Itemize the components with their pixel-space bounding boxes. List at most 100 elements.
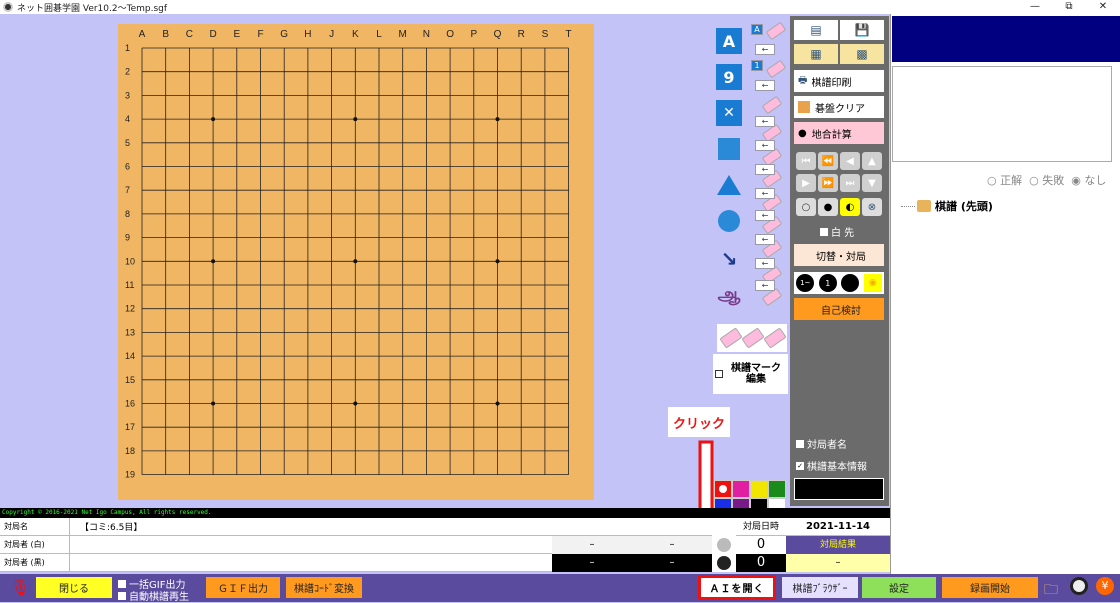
color-swatch-yellow[interactable] <box>750 480 768 498</box>
x-mark-tool[interactable]: ✕ <box>716 100 742 126</box>
mark-edit-checkbox[interactable] <box>715 370 723 378</box>
black-time: – <box>552 554 632 572</box>
microphone-icon[interactable]: 🎙 <box>10 578 30 597</box>
radio-fail[interactable]: ○ 失敗 <box>1029 174 1064 187</box>
undo-arrow-button[interactable]: ← <box>755 258 775 269</box>
plain-stone-icon[interactable] <box>841 274 860 292</box>
row-label: 4 <box>125 114 130 124</box>
board-clear-button[interactable]: 碁盤クリア <box>794 96 884 118</box>
radio-correct[interactable]: ○ 正解 <box>987 174 1022 187</box>
column-label: C <box>186 29 193 40</box>
close-window-button[interactable]: ✕ <box>1086 0 1120 14</box>
add-white-stone-icon[interactable]: ○ <box>796 198 816 216</box>
print-record-button[interactable]: 🖶 棋譜印刷 <box>794 70 884 92</box>
player-name-checkbox[interactable] <box>796 439 804 448</box>
result-value[interactable]: – <box>786 554 890 572</box>
back-one-icon[interactable]: ◀ <box>840 152 860 170</box>
board-grid[interactable]: A B C D E F G H J K L M N O P Q R S T123456789101112131415… <box>118 24 594 500</box>
move-tree-root[interactable]: 棋譜 (先頭) <box>901 198 993 214</box>
settings-button[interactable]: 設定 <box>862 577 936 598</box>
basic-info-toggle[interactable]: ✓ 棋譜基本情報 <box>796 458 867 473</box>
first-move-icon[interactable]: ⏮ <box>796 152 816 170</box>
column-label: E <box>233 29 240 40</box>
auto-play-checkbox[interactable] <box>118 591 126 600</box>
auto-play-toggle[interactable]: 自動棋譜再生 <box>118 588 189 603</box>
up-branch-icon[interactable]: ▲ <box>862 152 882 170</box>
forward-ten-icon[interactable]: ⏩ <box>818 174 838 192</box>
side-panel: ○ 正解 ○ 失敗 ◉ なし 棋譜 (先頭) <box>890 14 1120 574</box>
gif-batch-checkbox[interactable] <box>118 579 126 588</box>
board-rotate-icon[interactable]: ▩ <box>840 44 884 64</box>
self-review-button[interactable]: 自己検討 <box>794 298 884 320</box>
date-value[interactable]: 2021-11-14 <box>786 518 890 536</box>
alternate-stones-icon[interactable]: ◐ <box>840 198 860 216</box>
switch-game-button[interactable]: 切替・対局 <box>794 244 884 266</box>
circle-mark-tool[interactable] <box>716 208 742 234</box>
undo-arrow-button[interactable]: ← <box>755 234 775 245</box>
back-ten-icon[interactable]: ⏪ <box>818 152 838 170</box>
board-flip-icon[interactable]: ▦ <box>794 44 838 64</box>
yen-icon[interactable]: ¥ <box>1096 577 1114 595</box>
basic-info-checkbox[interactable]: ✓ <box>796 461 804 470</box>
last-move-icon[interactable]: ⏭ <box>840 174 860 192</box>
maximize-button[interactable]: ⧉ <box>1052 0 1086 14</box>
record-browser-button[interactable]: 棋譜ﾌﾞﾗｳｻﾞｰ <box>782 577 858 598</box>
letter-mini-icon[interactable]: A <box>751 24 763 35</box>
color-swatch-green[interactable] <box>768 480 786 498</box>
letter-mark-tool[interactable]: A <box>716 28 742 54</box>
undo-arrow-button[interactable]: ← <box>755 164 775 175</box>
folder-icon[interactable]: 🗀 <box>1044 579 1058 603</box>
save-file-icon[interactable]: 💾 <box>840 20 884 40</box>
undo-arrow-button[interactable]: ← <box>755 210 775 221</box>
erase-all-marks-button[interactable] <box>717 324 787 352</box>
undo-arrow-button[interactable]: ← <box>755 140 775 151</box>
close-button[interactable]: 閉じる <box>36 577 112 598</box>
webcam-icon[interactable] <box>1070 577 1088 595</box>
white-first-checkbox[interactable] <box>820 227 828 236</box>
add-black-stone-icon[interactable]: ● <box>818 198 838 216</box>
eraser-icon[interactable] <box>761 95 783 115</box>
column-label: T <box>566 29 572 40</box>
delete-stone-icon[interactable]: ⊗ <box>862 198 882 216</box>
open-file-icon[interactable]: ▤ <box>794 20 838 40</box>
gif-output-button[interactable]: ＧＩＦ出力 <box>206 577 280 598</box>
freehand-draw-tool[interactable]: ஆ <box>716 282 742 308</box>
undo-arrow-button[interactable]: ← <box>755 116 775 127</box>
down-branch-icon[interactable]: ▼ <box>862 174 882 192</box>
main-area: A B C D E F G H J K L M N O P Q R S T 1 2 3 4 5 6 7 8 9 10 11 12 13 14 15… <box>0 14 890 516</box>
undo-arrow-button[interactable]: ← <box>755 188 775 199</box>
color-swatch-magenta[interactable] <box>732 480 750 498</box>
single-number-icon[interactable]: 1 <box>818 274 837 292</box>
column-label: L <box>376 29 382 40</box>
eraser-icon[interactable] <box>765 59 787 79</box>
column-label: J <box>329 29 334 40</box>
white-first-toggle[interactable]: 白 先 <box>820 224 854 239</box>
eraser-icon[interactable] <box>765 21 787 41</box>
game-name-value[interactable]: 【コミ:6.5目】 <box>70 520 142 533</box>
mark-edit-toggle[interactable]: 棋譜マーク 編集 <box>713 354 788 394</box>
number-stones-icon[interactable]: 1~ <box>796 274 815 292</box>
undo-arrow-button[interactable]: ← <box>755 280 775 291</box>
territory-count-button[interactable]: ● 地合計算 <box>794 122 884 144</box>
undo-arrow-button[interactable]: ← <box>755 44 775 55</box>
window-title: ネット囲碁学園 Ver10.2〜Temp.sgf <box>17 3 168 14</box>
go-board[interactable]: A B C D E F G H J K L M N O P Q R S T 1 2 3 4 5 6 7 8 9 10 11 12 13 14 15… <box>118 24 594 500</box>
radio-none[interactable]: ◉ なし <box>1071 174 1106 187</box>
click-callout: クリック <box>668 407 730 437</box>
minimize-button[interactable]: — <box>1018 0 1052 14</box>
window-controls: — ⧉ ✕ <box>1018 0 1120 14</box>
record-start-button[interactable]: 録画開始 <box>942 577 1038 598</box>
number-mini-icon[interactable]: 1 <box>751 60 763 71</box>
player-name-toggle[interactable]: 対局者名 <box>796 436 847 451</box>
header-display <box>892 16 1120 62</box>
square-mark-tool[interactable] <box>716 136 742 162</box>
comment-box[interactable] <box>892 66 1112 162</box>
sound-icon[interactable]: ◉ <box>863 274 882 292</box>
ai-open-button[interactable]: ＡＩを開く <box>698 575 776 600</box>
number-mark-tool[interactable]: 9 <box>716 64 742 90</box>
forward-one-icon[interactable]: ▶ <box>796 174 816 192</box>
triangle-mark-tool[interactable] <box>716 172 742 198</box>
code-convert-button[interactable]: 棋譜ｺｰﾄﾞ変換 <box>286 577 362 598</box>
undo-arrow-button[interactable]: ← <box>755 80 775 91</box>
arrow-mark-tool[interactable]: ↘ <box>716 246 742 272</box>
